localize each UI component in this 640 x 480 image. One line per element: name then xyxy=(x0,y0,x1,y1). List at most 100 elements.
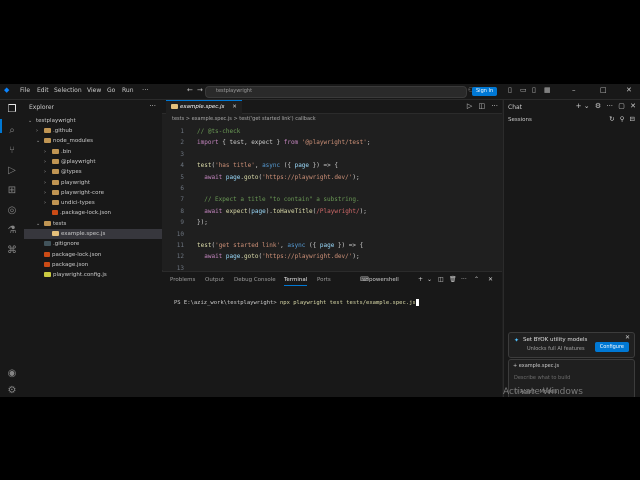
attachment-chip[interactable]: + example.spec.js xyxy=(513,363,559,369)
search-icon[interactable]: ⌕ xyxy=(6,125,18,137)
code-line[interactable]: 10 xyxy=(162,229,462,240)
new-terminal-icon[interactable]: + xyxy=(418,276,423,283)
kill-terminal-icon[interactable]: 🗑 xyxy=(449,276,457,283)
explorer-more-icon[interactable]: ··· xyxy=(149,102,156,110)
tab-output[interactable]: Output xyxy=(205,277,224,283)
remote-explorer-icon[interactable]: ◎ xyxy=(6,205,18,217)
close-tab-icon[interactable]: ✕ xyxy=(232,104,237,110)
testing-icon[interactable]: ⚗ xyxy=(6,225,18,237)
code-line[interactable]: 4 test('has title', async ({ page }) => { xyxy=(162,160,462,171)
terminal-dropdown-icon[interactable]: ⌄ xyxy=(427,276,432,283)
code-line[interactable]: 3 xyxy=(162,149,462,160)
file-tree-item[interactable]: package-lock.json xyxy=(24,250,174,260)
code-line[interactable]: 9}); xyxy=(162,217,462,228)
extensions-icon[interactable]: ⊞ xyxy=(6,185,18,197)
file-tree-item[interactable]: › .github xyxy=(24,126,174,136)
split-terminal-icon[interactable]: ◫ xyxy=(438,276,444,283)
code-line[interactable]: 5 await page.goto('https://playwright.de… xyxy=(162,172,462,183)
file-tree-item[interactable]: ⌄ node_modules xyxy=(24,136,174,146)
split-editor-icon[interactable]: ◫ xyxy=(478,102,485,110)
chat-dropdown-icon[interactable]: ⌄ xyxy=(584,102,590,110)
file-tree-item[interactable]: › undici-types xyxy=(24,198,182,208)
vscode-logo-icon: ◆ xyxy=(4,86,10,94)
code-line[interactable]: 6 xyxy=(162,183,462,194)
tab-problems[interactable]: Problems xyxy=(170,277,195,283)
explorer-sidebar: Explorer ··· ⌄ testplaywright › .github ⌄ no… xyxy=(24,100,182,397)
forward-arrow-icon[interactable]: → xyxy=(197,86,203,94)
file-tree-item[interactable]: › @types xyxy=(24,167,182,177)
close-panel-icon[interactable]: ✕ xyxy=(488,276,493,283)
layout-sidebar-icon[interactable]: ▯ xyxy=(508,86,512,94)
breadcrumb[interactable]: tests > example.spec.js > test('get star… xyxy=(172,116,316,122)
settings-gear-icon[interactable]: ⚙ xyxy=(6,385,18,397)
file-tree-item[interactable]: example.spec.js xyxy=(24,229,182,239)
collapse-icon[interactable]: ⊟ xyxy=(630,115,635,123)
terminal-prompt: PS E:\aziz_work\testplaywright> xyxy=(174,300,277,306)
file-tree-label: @types xyxy=(61,169,82,176)
menu-file[interactable]: File xyxy=(20,87,30,94)
editor-more-icon[interactable]: ··· xyxy=(491,102,498,110)
file-tree-item[interactable]: ⌄ tests xyxy=(24,219,174,229)
menu-edit[interactable]: Edit xyxy=(37,87,49,94)
maximize-icon[interactable]: □ xyxy=(600,86,607,94)
tab-ports[interactable]: Ports xyxy=(317,277,331,283)
refresh-icon[interactable]: ↻ xyxy=(609,115,614,123)
file-tree-item[interactable]: package.json xyxy=(24,260,174,270)
source-control-icon[interactable]: ⑂ xyxy=(6,145,18,157)
line-number: 11 xyxy=(176,242,184,249)
line-number: 6 xyxy=(180,185,184,192)
code-line[interactable]: 8 await expect(page).toHaveTitle(/Playwr… xyxy=(162,206,462,217)
more-menu-icon[interactable]: ··· xyxy=(142,86,149,94)
new-chat-icon[interactable]: + xyxy=(576,102,582,110)
file-tree-item[interactable]: › playwright xyxy=(24,178,182,188)
minimize-icon[interactable]: – xyxy=(572,86,576,94)
tab-example-spec[interactable]: example.spec.js ✕ xyxy=(166,100,242,114)
back-arrow-icon[interactable]: ← xyxy=(187,86,193,94)
dismiss-icon[interactable]: ✕ xyxy=(625,334,630,341)
code-line[interactable]: 2 import { test, expect } from '@playwrig… xyxy=(162,137,462,148)
filter-icon[interactable]: ⚲ xyxy=(620,115,625,123)
chat-close-icon[interactable]: ✕ xyxy=(630,102,636,110)
chevron-right-icon: › xyxy=(44,148,46,155)
sign-in-button[interactable]: Sign In xyxy=(472,87,498,96)
menu-selection[interactable]: Selection xyxy=(54,87,82,94)
customize-layout-icon[interactable]: ▦ xyxy=(544,86,551,94)
run-debug-icon[interactable]: ▷ xyxy=(6,165,18,177)
explorer-icon[interactable]: ❐ xyxy=(6,104,18,116)
code-line[interactable]: 11 test('get started link', async ({ page… xyxy=(162,240,462,251)
terminal-line[interactable]: PS E:\aziz_work\testplaywright> npx play… xyxy=(174,299,419,306)
maximize-panel-icon[interactable]: ⌃ xyxy=(474,276,479,283)
chat-settings-icon[interactable]: ⚙ xyxy=(595,102,601,110)
byok-subtitle: Unlocks full AI features xyxy=(527,346,585,352)
command-center-search[interactable]: testplaywright xyxy=(205,86,467,98)
tab-debug-console[interactable]: Debug Console xyxy=(234,277,276,283)
chat-maximize-icon[interactable]: ▢ xyxy=(618,102,625,110)
copilot-chat-icon[interactable]: ⌘ xyxy=(6,245,18,257)
file-tree-item[interactable]: playwright.config.js xyxy=(24,270,174,280)
file-tree-item[interactable]: › playwright-core xyxy=(24,188,182,198)
panel-more-icon[interactable]: ··· xyxy=(461,276,467,283)
sessions-label[interactable]: Sessions xyxy=(508,117,532,123)
menu-go[interactable]: Go xyxy=(107,87,115,94)
configure-button[interactable]: Configure xyxy=(594,342,629,352)
close-window-icon[interactable]: ✕ xyxy=(626,86,632,94)
account-icon[interactable]: ◉ xyxy=(6,368,18,380)
folder-file-icon xyxy=(52,189,59,195)
file-tree-item[interactable]: › .bin xyxy=(24,147,182,157)
menu-run[interactable]: Run xyxy=(122,87,134,94)
title-bar: ◆ File Edit Selection View Go Run ··· ← … xyxy=(0,84,640,100)
explorer-root[interactable]: ⌄ testplaywright xyxy=(24,116,166,126)
file-tree-item[interactable]: .gitignore xyxy=(24,239,174,249)
file-tree-item[interactable]: .package-lock.json xyxy=(24,208,182,218)
code-line[interactable]: 7 // Expect a title "to contain" a subst… xyxy=(162,194,462,205)
tab-terminal[interactable]: Terminal xyxy=(284,277,308,286)
file-tree-item[interactable]: › @playwright xyxy=(24,157,182,167)
layout-secondary-icon[interactable]: ▯ xyxy=(532,86,536,94)
menu-view[interactable]: View xyxy=(87,87,101,94)
layout-panel-icon[interactable]: ▭ xyxy=(520,86,527,94)
code-line[interactable]: 12 await page.goto('https://playwright.d… xyxy=(162,251,462,262)
code-line[interactable]: 1 // @ts-check xyxy=(162,126,462,137)
chat-more-icon[interactable]: ··· xyxy=(606,102,613,110)
run-file-icon[interactable]: ▷ xyxy=(467,102,472,110)
terminal-shell-label[interactable]: powershell xyxy=(369,277,399,283)
